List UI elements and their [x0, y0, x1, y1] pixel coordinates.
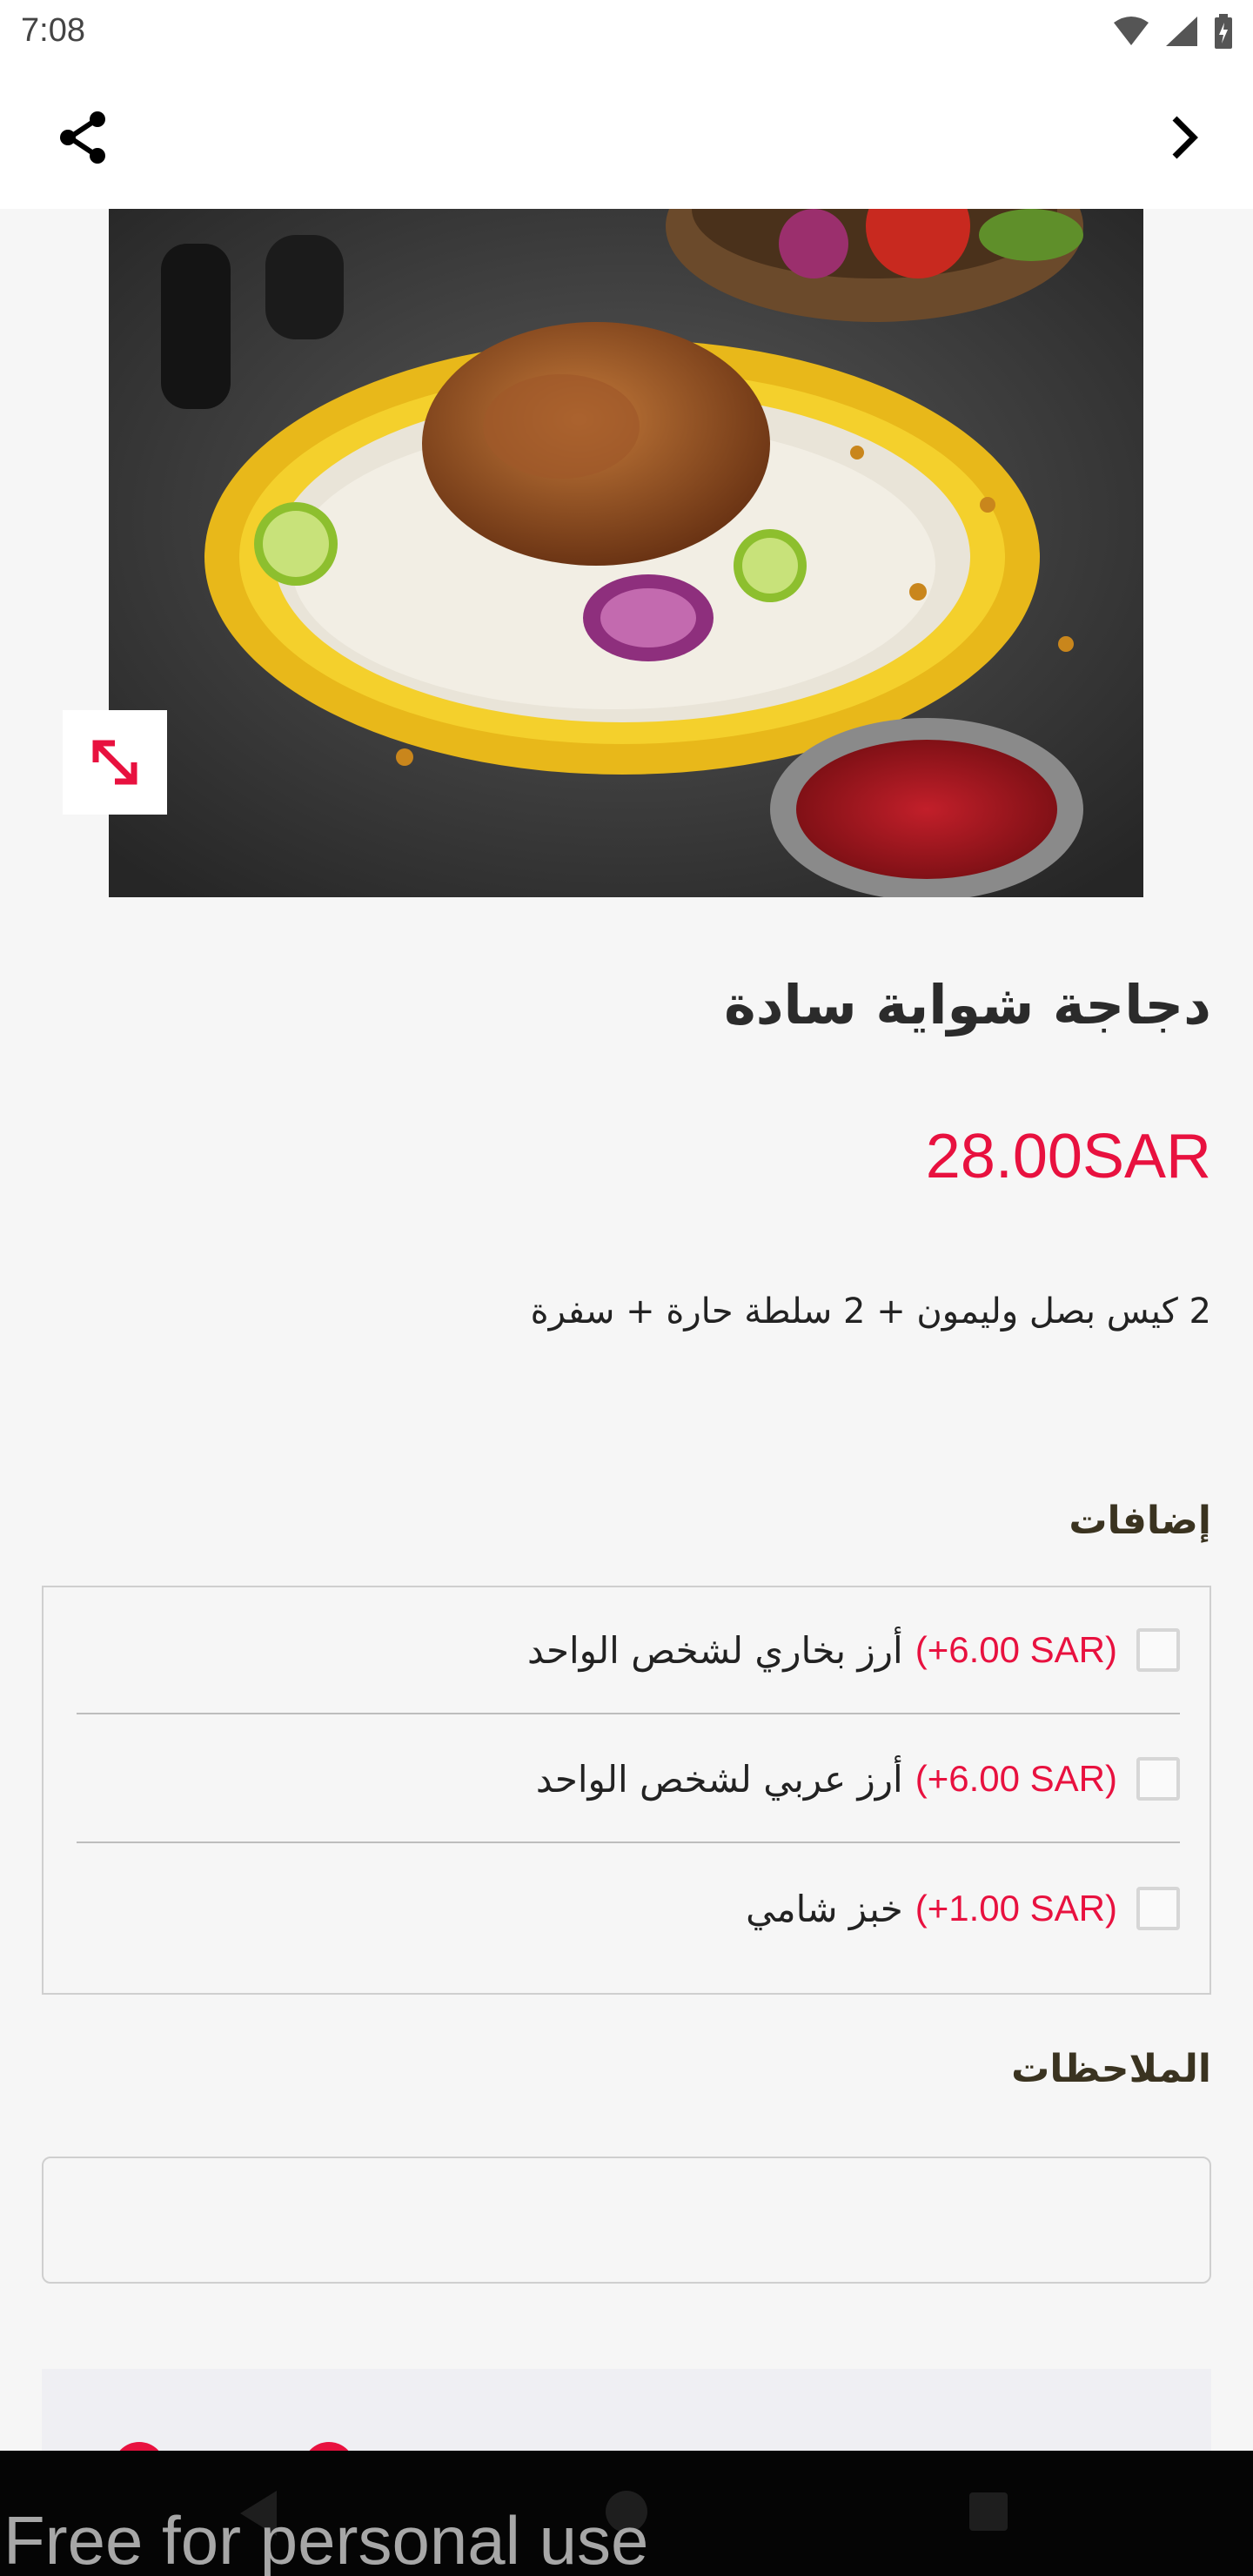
bottom-panel: [42, 2369, 1211, 2456]
notes-input[interactable]: [42, 2157, 1211, 2284]
app-bar: [0, 63, 1253, 209]
status-icons: [1112, 14, 1234, 49]
addon-item[interactable]: خبز شامي (+1.00 SAR): [77, 1845, 1180, 1972]
status-time: 7:08: [21, 12, 85, 49]
product-image: [109, 209, 1143, 897]
food-illustration: [109, 209, 1143, 897]
addon-price: (+6.00 SAR): [915, 1758, 1117, 1799]
addon-item[interactable]: أرز بخاري لشخص الواحد (+6.00 SAR): [77, 1587, 1180, 1714]
addon-checkbox[interactable]: [1136, 1628, 1180, 1672]
share-button[interactable]: [49, 103, 118, 172]
watermark-text: Free for personal use: [3, 2502, 649, 2576]
product-price: 28.00SAR: [925, 1122, 1211, 1191]
expand-image-button[interactable]: [63, 710, 167, 815]
product-description: 2 كيس بصل وليمون + 2 سلطة حارة + سفرة: [530, 1291, 1211, 1332]
status-bar: 7:08: [0, 0, 1253, 63]
addon-name: خبز شامي: [746, 1887, 903, 1930]
addon-price: (+6.00 SAR): [915, 1629, 1117, 1670]
share-icon: [60, 111, 105, 164]
addon-text: أرز عربي لشخص الواحد (+6.00 SAR): [536, 1758, 1117, 1801]
signal-icon: [1166, 17, 1197, 46]
product-title: دجاجة شواية سادة: [724, 973, 1211, 1036]
addon-text: خبز شامي (+1.00 SAR): [746, 1888, 1117, 1930]
back-button[interactable]: [1149, 103, 1218, 172]
addon-text: أرز بخاري لشخص الواحد (+6.00 SAR): [527, 1629, 1117, 1672]
battery-icon: [1215, 14, 1232, 49]
addon-name: أرز بخاري لشخص الواحد: [527, 1628, 903, 1672]
addons-list: أرز بخاري لشخص الواحد (+6.00 SAR) أرز عر…: [42, 1586, 1211, 1995]
notes-title: الملاحظات: [1011, 2047, 1211, 2091]
chevron-right-icon: [1172, 116, 1198, 159]
addon-price: (+1.00 SAR): [915, 1888, 1117, 1929]
addon-checkbox[interactable]: [1136, 1757, 1180, 1801]
expand-icon: [92, 740, 137, 785]
addon-name: أرز عربي لشخص الواحد: [535, 1757, 903, 1801]
nav-recent-icon[interactable]: [969, 2492, 1008, 2531]
addons-title: إضافات: [1069, 1499, 1211, 1543]
wifi-icon: [1114, 17, 1149, 45]
addon-checkbox[interactable]: [1136, 1887, 1180, 1930]
addon-item[interactable]: أرز عربي لشخص الواحد (+6.00 SAR): [77, 1716, 1180, 1843]
